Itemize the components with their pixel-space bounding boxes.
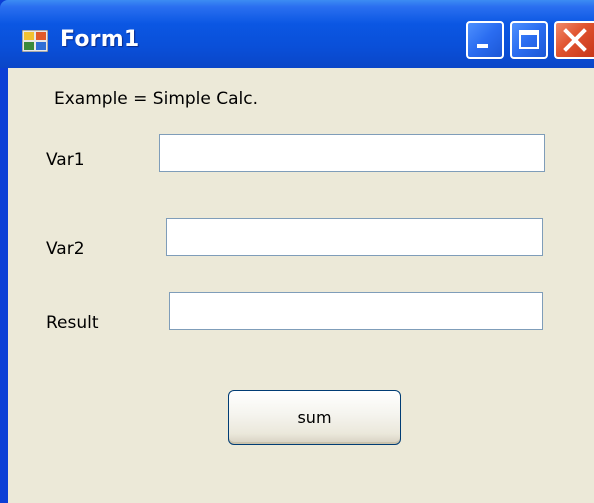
minimize-button[interactable]: [466, 21, 504, 59]
var1-label: Var1: [46, 150, 85, 170]
var2-input[interactable]: [166, 218, 543, 256]
result-label: Result: [46, 313, 99, 333]
result-input[interactable]: [169, 292, 543, 330]
var2-label: Var2: [46, 239, 85, 259]
minimize-icon: [477, 44, 488, 48]
var1-input[interactable]: [159, 134, 545, 172]
form-heading: Example = Simple Calc.: [54, 89, 259, 109]
app-window: Form1 Example = Simple Calc. Var1 Var2 R…: [0, 0, 594, 503]
maximize-icon: [519, 30, 539, 49]
close-icon: [563, 28, 587, 52]
title-bar[interactable]: Form1: [0, 0, 594, 68]
close-button[interactable]: [554, 21, 594, 59]
sum-button[interactable]: sum: [228, 390, 401, 445]
form-app-icon: [22, 30, 48, 52]
form-client-area: Example = Simple Calc. Var1 Var2 Result …: [8, 68, 594, 503]
maximize-button[interactable]: [510, 21, 548, 59]
sum-button-label: sum: [297, 408, 332, 427]
window-title: Form1: [60, 27, 140, 52]
